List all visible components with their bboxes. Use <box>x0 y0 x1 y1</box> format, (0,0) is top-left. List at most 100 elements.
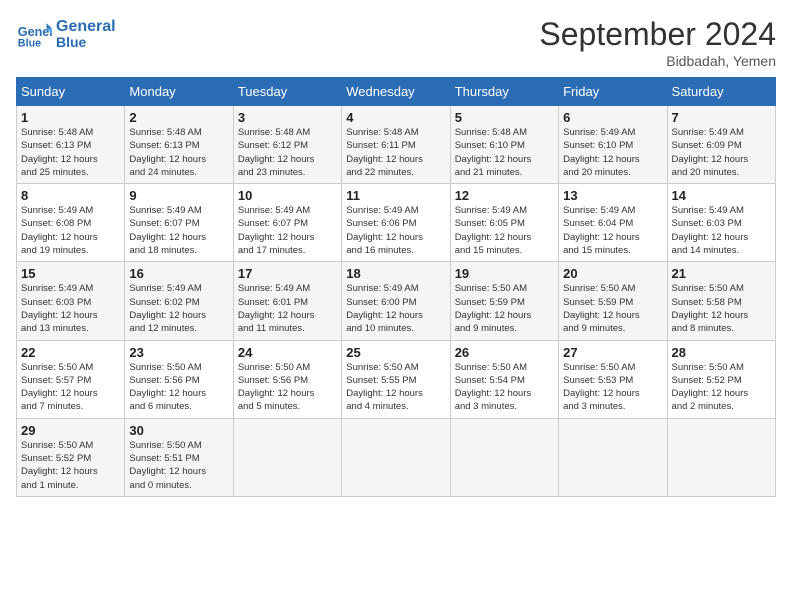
day-info: Sunrise: 5:49 AM Sunset: 6:07 PM Dayligh… <box>129 204 228 257</box>
month-title: September 2024 <box>539 16 776 53</box>
day-number: 23 <box>129 345 228 360</box>
day-info: Sunrise: 5:48 AM Sunset: 6:13 PM Dayligh… <box>21 126 120 179</box>
weekday-header-cell: Thursday <box>450 78 558 106</box>
calendar-day-cell: 25Sunrise: 5:50 AM Sunset: 5:55 PM Dayli… <box>342 340 450 418</box>
calendar-day-cell <box>559 418 667 496</box>
calendar-table: SundayMondayTuesdayWednesdayThursdayFrid… <box>16 77 776 497</box>
calendar-day-cell: 5Sunrise: 5:48 AM Sunset: 6:10 PM Daylig… <box>450 106 558 184</box>
calendar-week-row: 29Sunrise: 5:50 AM Sunset: 5:52 PM Dayli… <box>17 418 776 496</box>
day-number: 11 <box>346 188 445 203</box>
calendar-week-row: 22Sunrise: 5:50 AM Sunset: 5:57 PM Dayli… <box>17 340 776 418</box>
day-number: 8 <box>21 188 120 203</box>
day-info: Sunrise: 5:49 AM Sunset: 6:04 PM Dayligh… <box>563 204 662 257</box>
day-info: Sunrise: 5:49 AM Sunset: 6:06 PM Dayligh… <box>346 204 445 257</box>
calendar-day-cell: 16Sunrise: 5:49 AM Sunset: 6:02 PM Dayli… <box>125 262 233 340</box>
weekday-header-cell: Monday <box>125 78 233 106</box>
calendar-day-cell: 30Sunrise: 5:50 AM Sunset: 5:51 PM Dayli… <box>125 418 233 496</box>
calendar-day-cell: 6Sunrise: 5:49 AM Sunset: 6:10 PM Daylig… <box>559 106 667 184</box>
location-subtitle: Bidbadah, Yemen <box>539 53 776 69</box>
day-number: 6 <box>563 110 662 125</box>
day-number: 24 <box>238 345 337 360</box>
day-number: 9 <box>129 188 228 203</box>
calendar-day-cell: 21Sunrise: 5:50 AM Sunset: 5:58 PM Dayli… <box>667 262 775 340</box>
day-number: 1 <box>21 110 120 125</box>
day-info: Sunrise: 5:50 AM Sunset: 5:56 PM Dayligh… <box>129 361 228 414</box>
day-info: Sunrise: 5:50 AM Sunset: 5:59 PM Dayligh… <box>563 282 662 335</box>
day-info: Sunrise: 5:49 AM Sunset: 6:05 PM Dayligh… <box>455 204 554 257</box>
calendar-day-cell <box>667 418 775 496</box>
calendar-day-cell: 28Sunrise: 5:50 AM Sunset: 5:52 PM Dayli… <box>667 340 775 418</box>
day-info: Sunrise: 5:49 AM Sunset: 6:01 PM Dayligh… <box>238 282 337 335</box>
day-number: 4 <box>346 110 445 125</box>
calendar-day-cell: 29Sunrise: 5:50 AM Sunset: 5:52 PM Dayli… <box>17 418 125 496</box>
page-header: General Blue General Blue September 2024… <box>16 16 776 69</box>
calendar-day-cell: 4Sunrise: 5:48 AM Sunset: 6:11 PM Daylig… <box>342 106 450 184</box>
calendar-day-cell: 23Sunrise: 5:50 AM Sunset: 5:56 PM Dayli… <box>125 340 233 418</box>
day-number: 7 <box>672 110 771 125</box>
calendar-day-cell: 9Sunrise: 5:49 AM Sunset: 6:07 PM Daylig… <box>125 184 233 262</box>
day-info: Sunrise: 5:50 AM Sunset: 5:59 PM Dayligh… <box>455 282 554 335</box>
day-info: Sunrise: 5:48 AM Sunset: 6:13 PM Dayligh… <box>129 126 228 179</box>
day-info: Sunrise: 5:49 AM Sunset: 6:03 PM Dayligh… <box>672 204 771 257</box>
day-number: 21 <box>672 266 771 281</box>
day-number: 25 <box>346 345 445 360</box>
calendar-day-cell: 14Sunrise: 5:49 AM Sunset: 6:03 PM Dayli… <box>667 184 775 262</box>
day-info: Sunrise: 5:50 AM Sunset: 5:58 PM Dayligh… <box>672 282 771 335</box>
calendar-day-cell <box>233 418 341 496</box>
calendar-day-cell: 11Sunrise: 5:49 AM Sunset: 6:06 PM Dayli… <box>342 184 450 262</box>
day-info: Sunrise: 5:49 AM Sunset: 6:07 PM Dayligh… <box>238 204 337 257</box>
day-number: 14 <box>672 188 771 203</box>
calendar-week-row: 8Sunrise: 5:49 AM Sunset: 6:08 PM Daylig… <box>17 184 776 262</box>
svg-text:Blue: Blue <box>18 38 41 50</box>
calendar-day-cell: 1Sunrise: 5:48 AM Sunset: 6:13 PM Daylig… <box>17 106 125 184</box>
day-info: Sunrise: 5:48 AM Sunset: 6:10 PM Dayligh… <box>455 126 554 179</box>
calendar-day-cell: 15Sunrise: 5:49 AM Sunset: 6:03 PM Dayli… <box>17 262 125 340</box>
weekday-header-row: SundayMondayTuesdayWednesdayThursdayFrid… <box>17 78 776 106</box>
day-number: 22 <box>21 345 120 360</box>
day-number: 19 <box>455 266 554 281</box>
day-number: 29 <box>21 423 120 438</box>
day-info: Sunrise: 5:49 AM Sunset: 6:02 PM Dayligh… <box>129 282 228 335</box>
day-info: Sunrise: 5:49 AM Sunset: 6:00 PM Dayligh… <box>346 282 445 335</box>
calendar-day-cell: 20Sunrise: 5:50 AM Sunset: 5:59 PM Dayli… <box>559 262 667 340</box>
calendar-week-row: 15Sunrise: 5:49 AM Sunset: 6:03 PM Dayli… <box>17 262 776 340</box>
calendar-day-cell: 18Sunrise: 5:49 AM Sunset: 6:00 PM Dayli… <box>342 262 450 340</box>
day-number: 18 <box>346 266 445 281</box>
weekday-header-cell: Saturday <box>667 78 775 106</box>
calendar-day-cell: 7Sunrise: 5:49 AM Sunset: 6:09 PM Daylig… <box>667 106 775 184</box>
day-number: 30 <box>129 423 228 438</box>
day-info: Sunrise: 5:50 AM Sunset: 5:57 PM Dayligh… <box>21 361 120 414</box>
day-number: 3 <box>238 110 337 125</box>
calendar-week-row: 1Sunrise: 5:48 AM Sunset: 6:13 PM Daylig… <box>17 106 776 184</box>
calendar-day-cell <box>342 418 450 496</box>
day-info: Sunrise: 5:49 AM Sunset: 6:08 PM Dayligh… <box>21 204 120 257</box>
calendar-day-cell <box>450 418 558 496</box>
day-number: 20 <box>563 266 662 281</box>
weekday-header-cell: Friday <box>559 78 667 106</box>
day-number: 10 <box>238 188 337 203</box>
day-info: Sunrise: 5:50 AM Sunset: 5:54 PM Dayligh… <box>455 361 554 414</box>
day-number: 17 <box>238 266 337 281</box>
day-number: 28 <box>672 345 771 360</box>
day-number: 13 <box>563 188 662 203</box>
calendar-day-cell: 19Sunrise: 5:50 AM Sunset: 5:59 PM Dayli… <box>450 262 558 340</box>
calendar-day-cell: 27Sunrise: 5:50 AM Sunset: 5:53 PM Dayli… <box>559 340 667 418</box>
calendar-body: 1Sunrise: 5:48 AM Sunset: 6:13 PM Daylig… <box>17 106 776 497</box>
calendar-day-cell: 8Sunrise: 5:49 AM Sunset: 6:08 PM Daylig… <box>17 184 125 262</box>
day-number: 26 <box>455 345 554 360</box>
logo-text-general: General <box>56 18 116 36</box>
calendar-day-cell: 24Sunrise: 5:50 AM Sunset: 5:56 PM Dayli… <box>233 340 341 418</box>
calendar-day-cell: 26Sunrise: 5:50 AM Sunset: 5:54 PM Dayli… <box>450 340 558 418</box>
day-info: Sunrise: 5:50 AM Sunset: 5:53 PM Dayligh… <box>563 361 662 414</box>
day-number: 27 <box>563 345 662 360</box>
day-info: Sunrise: 5:49 AM Sunset: 6:09 PM Dayligh… <box>672 126 771 179</box>
day-number: 16 <box>129 266 228 281</box>
day-info: Sunrise: 5:49 AM Sunset: 6:03 PM Dayligh… <box>21 282 120 335</box>
calendar-day-cell: 2Sunrise: 5:48 AM Sunset: 6:13 PM Daylig… <box>125 106 233 184</box>
calendar-day-cell: 12Sunrise: 5:49 AM Sunset: 6:05 PM Dayli… <box>450 184 558 262</box>
day-info: Sunrise: 5:50 AM Sunset: 5:51 PM Dayligh… <box>129 439 228 492</box>
calendar-day-cell: 13Sunrise: 5:49 AM Sunset: 6:04 PM Dayli… <box>559 184 667 262</box>
day-info: Sunrise: 5:50 AM Sunset: 5:55 PM Dayligh… <box>346 361 445 414</box>
logo-icon: General Blue <box>16 16 52 52</box>
title-block: September 2024 Bidbadah, Yemen <box>539 16 776 69</box>
